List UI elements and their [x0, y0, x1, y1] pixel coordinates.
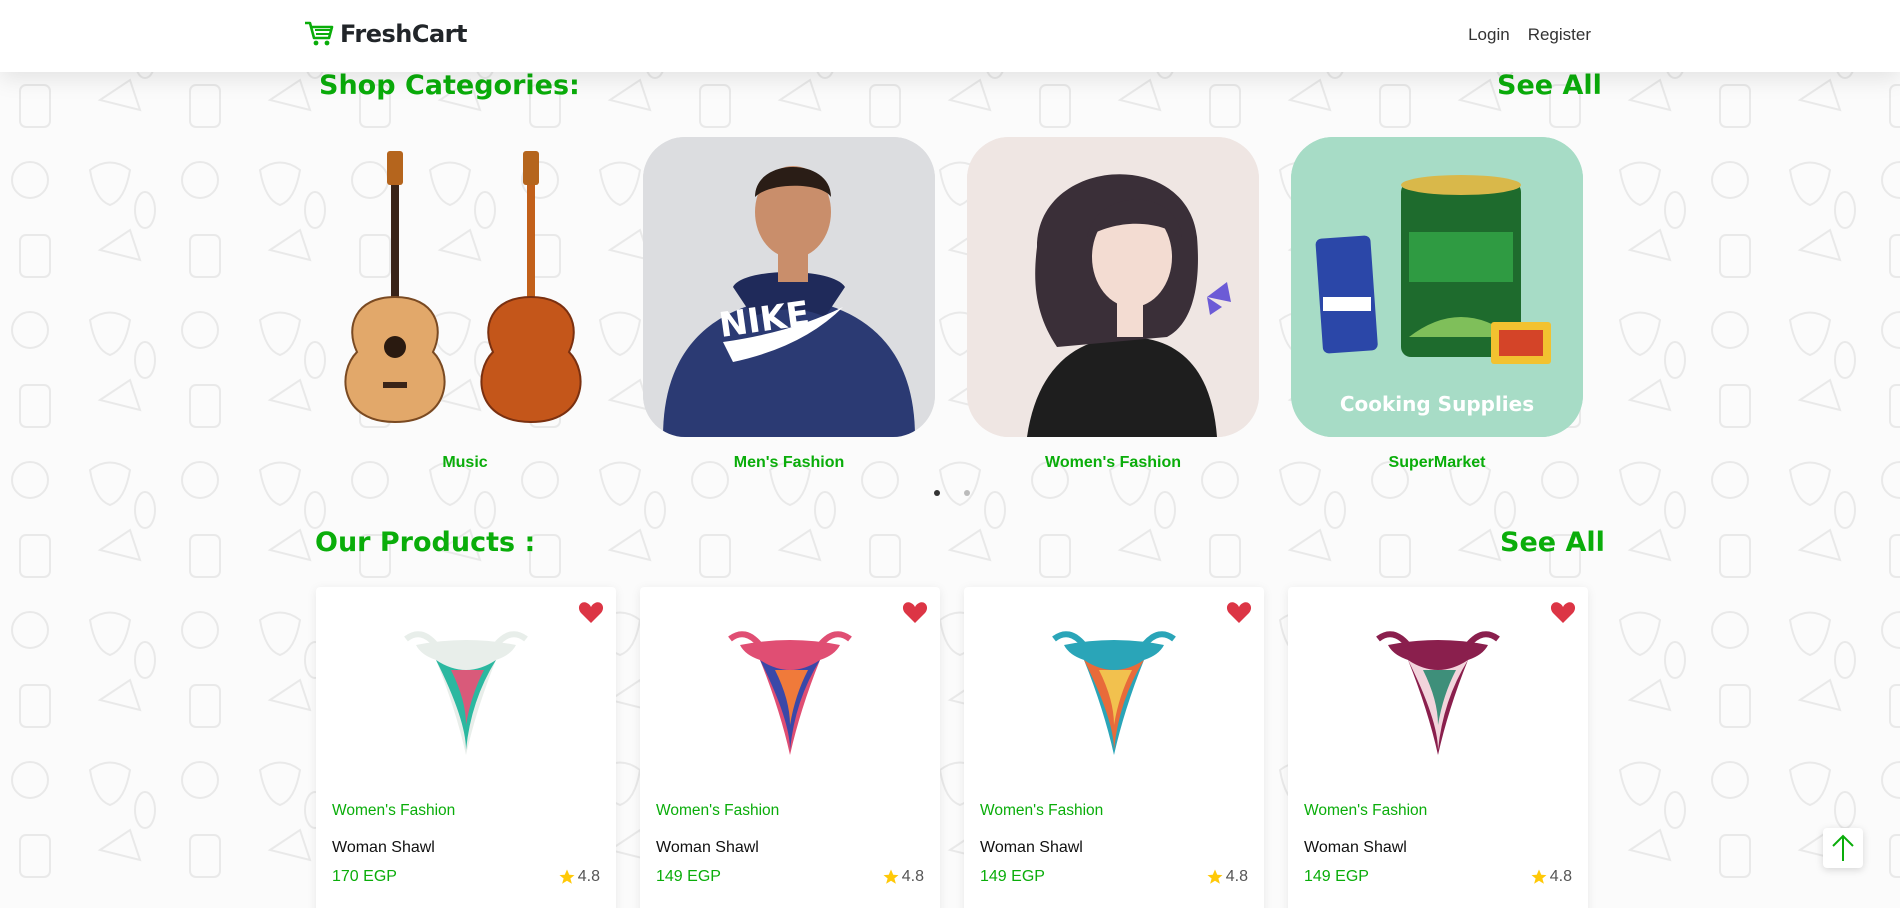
product-rating-value: 4.8: [1225, 868, 1248, 885]
product-price: 149 EGP: [656, 868, 721, 885]
star-icon: [883, 869, 899, 884]
product-image: [404, 631, 528, 755]
product-rating-value: 4.8: [1549, 868, 1572, 885]
product-image: [1376, 631, 1500, 755]
category-label-supermarket: SuperMarket: [1388, 454, 1486, 471]
products-see-all-link[interactable]: See All: [1500, 527, 1605, 558]
supermarket-image-caption: Cooking Supplies: [1339, 392, 1535, 416]
man-hoodie-image: NIKE: [643, 137, 935, 437]
categories-see-all-link[interactable]: See All: [1497, 70, 1602, 101]
heart-icon[interactable]: [1550, 601, 1576, 630]
star-icon: [1207, 869, 1223, 884]
scroll-top-button[interactable]: [1823, 828, 1863, 868]
cart-icon: [305, 21, 334, 46]
carousel-dot-1[interactable]: [934, 490, 940, 496]
product-category: Women's Fashion: [980, 802, 1104, 819]
star-icon: [559, 869, 575, 884]
carousel-dots: [934, 490, 970, 496]
category-image-womens-fashion: [967, 137, 1259, 437]
category-label-music: Music: [442, 454, 488, 471]
login-link[interactable]: Login: [1468, 25, 1510, 45]
woman-illustration-image: [967, 137, 1259, 437]
product-rating: 4.8: [882, 868, 924, 886]
guitars-image: [344, 151, 582, 424]
product-rating: 4.8: [1206, 868, 1248, 886]
category-label-mens-fashion: Men's Fashion: [733, 454, 845, 471]
product-price: 149 EGP: [1304, 868, 1369, 885]
product-price: 149 EGP: [980, 868, 1045, 885]
heart-icon[interactable]: [902, 601, 928, 630]
product-card[interactable]: Women's Fashion Woman Shawl 149 EGP 4.8: [1288, 587, 1588, 908]
category-image-supermarket: Cooking Supplies: [1291, 137, 1583, 437]
category-card-womens-fashion[interactable]: Women's Fashion: [967, 137, 1259, 472]
product-name: Woman Shawl: [1304, 839, 1407, 856]
product-price: 170 EGP: [332, 868, 397, 885]
heart-icon[interactable]: [578, 601, 604, 630]
arrow-up-icon: [1832, 834, 1854, 861]
category-card-music[interactable]: Music: [319, 137, 611, 472]
product-name: Woman Shawl: [332, 839, 435, 856]
product-card[interactable]: Women's Fashion Woman Shawl 149 EGP 4.8: [640, 587, 940, 908]
product-rating: 4.8: [558, 868, 600, 886]
category-image-mens-fashion: NIKE: [643, 137, 935, 437]
category-label-womens-fashion: Women's Fashion: [1045, 454, 1181, 471]
product-rating: 4.8: [1530, 868, 1572, 886]
product-rating-value: 4.8: [577, 868, 600, 885]
product-name: Woman Shawl: [656, 839, 759, 856]
nav-links: Login Register: [1468, 25, 1591, 45]
category-image-music: [319, 137, 611, 437]
background-pattern: [0, 0, 1900, 908]
category-card-mens-fashion[interactable]: NIKE Men's Fashion: [643, 137, 935, 472]
brand-name: FreshCart: [340, 20, 467, 48]
categories-title: Shop Categories:: [319, 70, 580, 101]
category-card-supermarket[interactable]: Cooking Supplies SuperMarket: [1291, 137, 1583, 472]
product-category: Women's Fashion: [1304, 802, 1428, 819]
products-title: Our Products :: [315, 527, 536, 558]
star-icon: [1531, 869, 1547, 884]
navbar: FreshCart Login Register: [0, 0, 1900, 72]
product-card[interactable]: Women's Fashion Woman Shawl 149 EGP 4.8: [964, 587, 1264, 908]
heart-icon[interactable]: [1226, 601, 1252, 630]
product-name: Woman Shawl: [980, 839, 1083, 856]
product-card[interactable]: Women's Fashion Woman Shawl 170 EGP 4.8: [316, 587, 616, 908]
product-image: [728, 631, 852, 755]
product-category: Women's Fashion: [332, 802, 456, 819]
register-link[interactable]: Register: [1528, 25, 1591, 45]
brand-logo[interactable]: FreshCart: [304, 20, 467, 48]
carousel-dot-2[interactable]: [964, 490, 970, 496]
product-image: [1052, 631, 1176, 755]
product-rating-value: 4.8: [901, 868, 924, 885]
product-category: Women's Fashion: [656, 802, 780, 819]
